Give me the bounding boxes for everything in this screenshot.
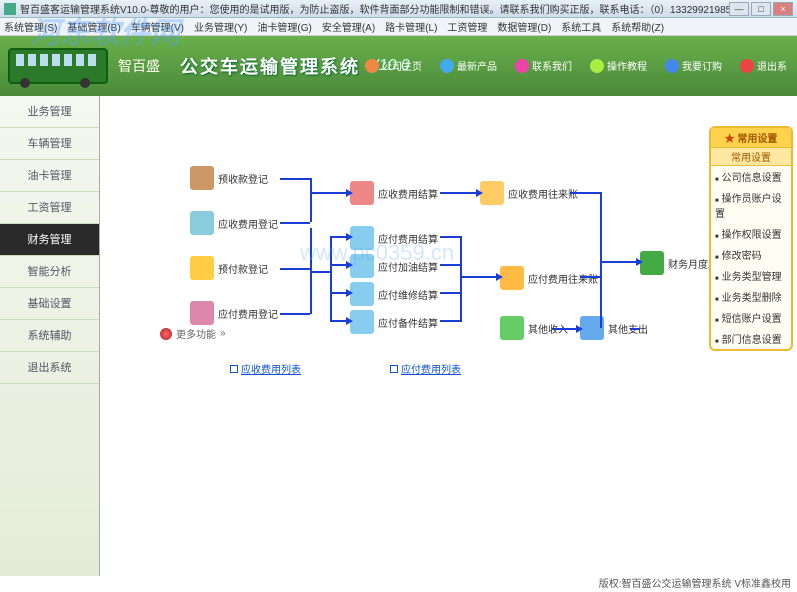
flowchart: 预收款登记 应收费用登记 预付款登记 应付费用登记 应收费用结算 应付费用结算 … — [100, 96, 797, 576]
menu-roadcard[interactable]: 路卡管理(L) — [385, 19, 437, 34]
maximize-button[interactable]: □ — [751, 2, 771, 16]
books-icon — [640, 251, 664, 275]
sidebar-item-salary[interactable]: 工资管理 — [0, 192, 99, 224]
people2-icon — [190, 301, 214, 325]
link-order[interactable]: 我要订购 — [665, 58, 722, 73]
sidebar-item-exit[interactable]: 退出系统 — [0, 352, 99, 384]
doc-icon — [350, 282, 374, 306]
doc-icon — [350, 226, 374, 250]
person-icon — [190, 211, 214, 235]
brand-small: 智百盛 — [118, 56, 160, 76]
setting-change-password[interactable]: 修改密码 — [711, 244, 791, 265]
doc-icon — [350, 310, 374, 334]
window-title: 智百盛客运输管理系统V10.0-尊敬的用户：您使用的是试用版，为防止盗版，软件背… — [20, 1, 729, 16]
square-icon — [230, 365, 238, 373]
header-banner: 智百盛 公交车运输管理系统 V10.0 公司主页 最新产品 联系我们 操作教程 … — [0, 36, 797, 96]
app-title: 公交车运输管理系统 — [180, 53, 360, 79]
node-receivable-settle[interactable]: 应收费用结算 — [350, 181, 438, 205]
node-repair-settle[interactable]: 应付维修结算 — [350, 282, 438, 306]
sidebar-item-fuelcard[interactable]: 油卡管理 — [0, 160, 99, 192]
link-products[interactable]: 最新产品 — [440, 58, 497, 73]
star-icon — [160, 328, 172, 340]
bus-logo-icon — [8, 48, 108, 84]
cart-icon — [665, 59, 679, 73]
cash-icon — [500, 316, 524, 340]
panel-subtitle: 常用设置 — [711, 148, 791, 166]
menu-help[interactable]: 系统帮助(Z) — [611, 19, 664, 34]
sidebar: 业务管理 车辆管理 油卡管理 工资管理 财务管理 智能分析 基础设置 系统辅助 … — [0, 96, 100, 576]
footer-copyright: 版权:智百盛公交运输管理系统 V标准鑫校用 — [599, 575, 791, 590]
menu-safety[interactable]: 安全管理(A) — [322, 19, 375, 34]
node-parts-settle[interactable]: 应付备件结算 — [350, 310, 438, 334]
node-payable-ledger[interactable]: 应付费用往来账 — [500, 266, 598, 290]
setting-operator-account[interactable]: 操作员账户设置 — [711, 187, 791, 223]
top-links: 公司主页 最新产品 联系我们 操作教程 我要订购 退出系 — [365, 58, 787, 73]
menu-salary[interactable]: 工资管理 — [447, 19, 487, 34]
panel-title: ★ 常用设置 — [711, 128, 791, 148]
link-receivable-list[interactable]: 应收费用列表 — [230, 361, 301, 376]
phone-icon — [515, 59, 529, 73]
link-homepage[interactable]: 公司主页 — [365, 58, 422, 73]
sidebar-item-business[interactable]: 业务管理 — [0, 96, 99, 128]
link-contact[interactable]: 联系我们 — [515, 58, 572, 73]
chevron-right-icon: » — [220, 328, 226, 339]
globe-icon — [365, 59, 379, 73]
minimize-button[interactable]: — — [729, 2, 749, 16]
node-payable-register[interactable]: 应付费用登记 — [190, 301, 278, 325]
box-icon — [440, 59, 454, 73]
close-button[interactable]: × — [773, 2, 793, 16]
main-area: 业务管理 车辆管理 油卡管理 工资管理 财务管理 智能分析 基础设置 系统辅助 … — [0, 96, 797, 576]
node-receivable-register[interactable]: 应收费用登记 — [190, 211, 278, 235]
setting-company-info[interactable]: 公司信息设置 — [711, 166, 791, 187]
menu-vehicle[interactable]: 车辆管理(V) — [131, 19, 184, 34]
content-area: 预收款登记 应收费用登记 预付款登记 应付费用登记 应收费用结算 应付费用结算 … — [100, 96, 797, 576]
common-settings-panel: ★ 常用设置 常用设置 公司信息设置 操作员账户设置 操作权限设置 修改密码 业… — [709, 126, 793, 351]
people-icon — [190, 256, 214, 280]
sidebar-item-sysaux[interactable]: 系统辅助 — [0, 320, 99, 352]
node-advance-payment[interactable]: 预付款登记 — [190, 256, 268, 280]
sidebar-item-finance[interactable]: 财务管理 — [0, 224, 99, 256]
node-advance-receipt[interactable]: 预收款登记 — [190, 166, 268, 190]
sidebar-item-analysis[interactable]: 智能分析 — [0, 256, 99, 288]
setting-department[interactable]: 部门信息设置 — [711, 328, 791, 349]
menubar: 系统管理(S) 基础管理(B) 车辆管理(V) 业务管理(Y) 油卡管理(G) … — [0, 18, 797, 36]
menu-fuelcard[interactable]: 油卡管理(G) — [257, 19, 311, 34]
more-functions-link[interactable]: 更多功能 » — [160, 326, 226, 341]
user-icon — [350, 181, 374, 205]
setting-biztype-manage[interactable]: 业务类型管理 — [711, 265, 791, 286]
app-icon — [4, 3, 16, 15]
link-exit[interactable]: 退出系 — [740, 58, 787, 73]
folder-icon — [480, 181, 504, 205]
node-payable-settle[interactable]: 应付费用结算 — [350, 226, 438, 250]
box-icon — [190, 166, 214, 190]
window-controls: — □ × — [729, 2, 793, 16]
book-icon — [590, 59, 604, 73]
link-tutorial[interactable]: 操作教程 — [590, 58, 647, 73]
window-titlebar: 智百盛客运输管理系统V10.0-尊敬的用户：您使用的是试用版，为防止盗版，软件背… — [0, 0, 797, 18]
menu-business[interactable]: 业务管理(Y) — [194, 19, 247, 34]
setting-biztype-delete[interactable]: 业务类型删除 — [711, 286, 791, 307]
menu-tools[interactable]: 系统工具 — [561, 19, 601, 34]
setting-sms-account[interactable]: 短信账户设置 — [711, 307, 791, 328]
sidebar-item-basesettings[interactable]: 基础设置 — [0, 288, 99, 320]
menu-system[interactable]: 系统管理(S) — [4, 19, 57, 34]
link-payable-list[interactable]: 应付费用列表 — [390, 361, 461, 376]
setting-permissions[interactable]: 操作权限设置 — [711, 223, 791, 244]
menu-base[interactable]: 基础管理(B) — [67, 19, 120, 34]
square-icon — [390, 365, 398, 373]
user2-icon — [500, 266, 524, 290]
exit-icon — [740, 59, 754, 73]
doc-icon — [350, 254, 374, 278]
sidebar-item-vehicle[interactable]: 车辆管理 — [0, 128, 99, 160]
menu-data[interactable]: 数据管理(D) — [497, 19, 551, 34]
node-receivable-ledger[interactable]: 应收费用往来账 — [480, 181, 578, 205]
node-fuel-settle[interactable]: 应付加油结算 — [350, 254, 438, 278]
